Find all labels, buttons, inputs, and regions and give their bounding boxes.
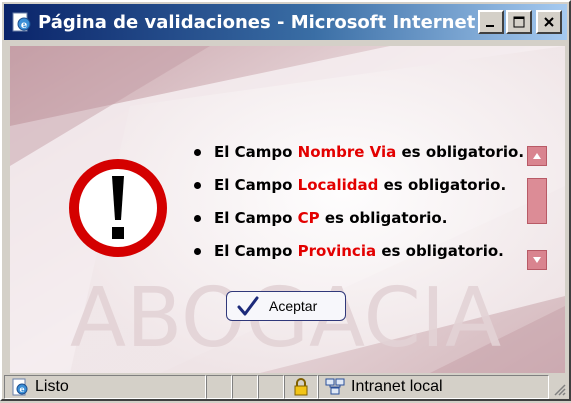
maximize-button[interactable] xyxy=(506,10,532,34)
ie-page-icon: e xyxy=(12,12,31,32)
close-icon xyxy=(544,17,554,27)
status-text: Listo xyxy=(35,378,69,395)
field-name: Provincia xyxy=(297,242,377,260)
lock-icon xyxy=(294,378,308,396)
title-bar[interactable]: e Página de validaciones - Microsoft Int… xyxy=(4,4,567,40)
accept-label: Aceptar xyxy=(269,298,318,314)
exclamation-icon xyxy=(69,159,167,257)
status-panel-empty xyxy=(258,375,284,399)
page-content: ABOGACIA El Campo Nombre Via es obligato… xyxy=(10,46,565,373)
validation-message: El Campo Nombre Via es obligatorio. xyxy=(188,142,528,163)
checkmark-icon xyxy=(237,296,259,316)
validation-message: El Campo Localidad es obligatorio. xyxy=(188,175,528,196)
scroll-down-button[interactable] xyxy=(527,250,547,270)
maximize-icon xyxy=(513,16,525,28)
close-button[interactable] xyxy=(536,10,562,34)
minimize-button[interactable] xyxy=(478,10,504,34)
status-panel-empty xyxy=(232,375,258,399)
field-name: CP xyxy=(297,209,320,227)
validation-message: El Campo Provincia es obligatorio. xyxy=(188,241,528,262)
svg-text:e: e xyxy=(19,384,24,394)
scroll-thumb[interactable] xyxy=(527,178,547,224)
browser-window: e Página de validaciones - Microsoft Int… xyxy=(0,0,571,401)
intranet-icon xyxy=(325,378,345,395)
security-panel xyxy=(284,375,318,399)
zone-panel: Intranet local xyxy=(318,375,549,399)
validation-messages: El Campo Nombre Via es obligatorio. El C… xyxy=(188,142,528,274)
triangle-down-icon xyxy=(533,257,541,263)
status-panel-empty xyxy=(206,375,232,399)
window-title: Página de validaciones - Microsoft Inter… xyxy=(38,11,478,33)
resize-grip[interactable] xyxy=(549,375,567,399)
triangle-up-icon xyxy=(533,153,541,159)
validation-message: El Campo CP es obligatorio. xyxy=(188,208,528,229)
minimize-icon xyxy=(486,25,494,27)
ie-page-icon: e xyxy=(12,378,28,396)
status-panel: e Listo xyxy=(4,375,206,399)
field-name: Nombre Via xyxy=(297,143,397,161)
messages-scrollbar[interactable] xyxy=(527,146,547,270)
status-bar: e Listo Intranet local xyxy=(4,375,567,399)
scroll-up-button[interactable] xyxy=(527,146,547,166)
zone-text: Intranet local xyxy=(351,378,443,395)
svg-text:e: e xyxy=(21,20,27,31)
resize-grip-icon xyxy=(554,384,566,396)
accept-button[interactable]: Aceptar xyxy=(226,291,346,321)
field-name: Localidad xyxy=(297,176,379,194)
